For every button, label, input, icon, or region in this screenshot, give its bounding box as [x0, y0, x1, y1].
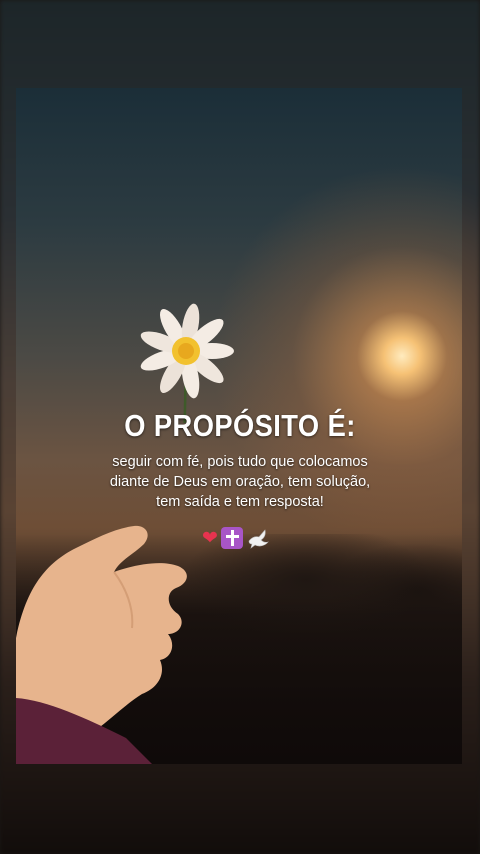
daisy-flower-image [140, 303, 234, 423]
latin-cross-icon [220, 527, 243, 549]
heart-icon: ❤ [202, 527, 218, 549]
quote-title: O PROPÓSITO É: [124, 408, 356, 443]
quote-body: seguir com fé, pois tudo que colocamos d… [60, 452, 420, 512]
quote-line: seguir com fé, pois tudo que colocamos [112, 454, 368, 470]
dove-icon [248, 529, 269, 549]
quote-line: tem saída e tem resposta! [156, 494, 324, 510]
quote-line: diante de Deus em oração, tem solução, [109, 474, 371, 490]
emoji-row: ❤ [202, 527, 270, 549]
hand-image [16, 525, 187, 764]
